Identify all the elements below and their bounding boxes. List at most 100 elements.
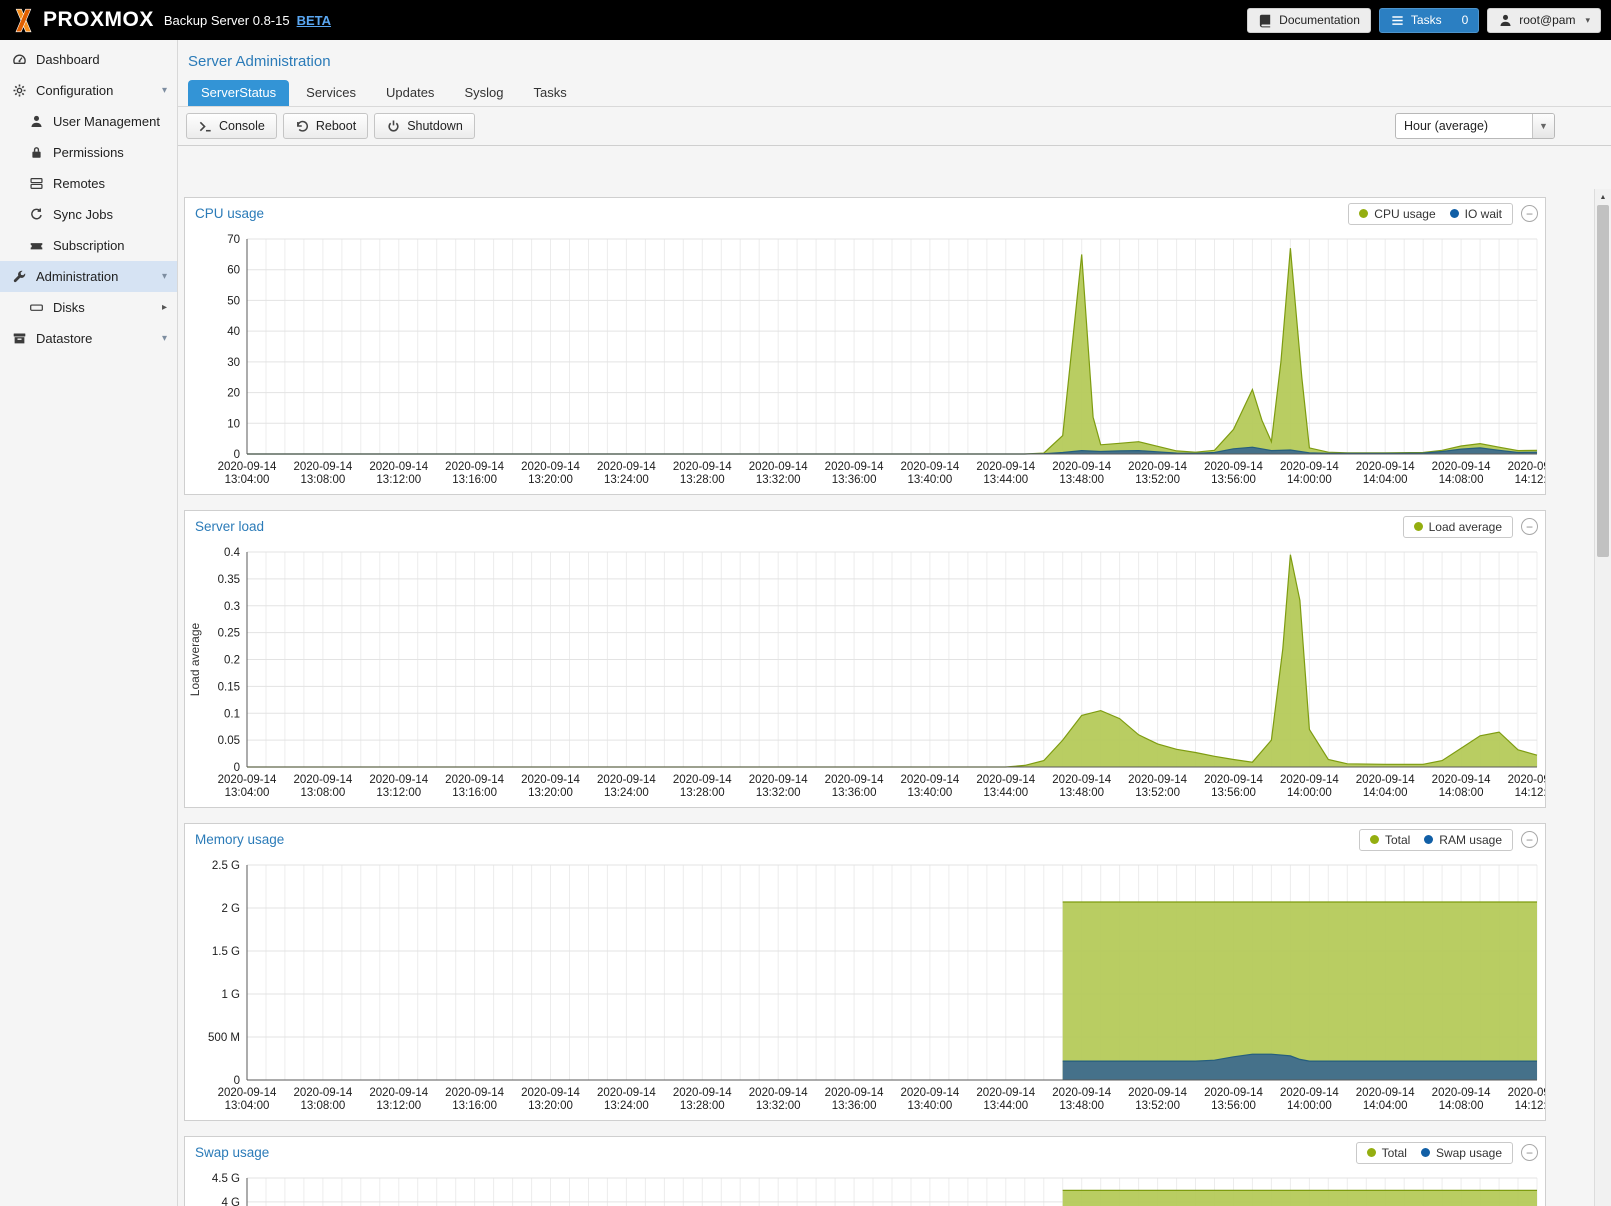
user-icon: [29, 114, 46, 129]
svg-text:0.2: 0.2: [224, 655, 240, 667]
legend-dot: [1424, 835, 1433, 844]
sidebar-item-label: Sync Jobs: [53, 207, 167, 222]
chart-panel-header: Memory usageTotalRAM usage−: [185, 824, 1545, 855]
svg-text:0.15: 0.15: [218, 681, 240, 693]
svg-text:2020-09-14: 2020-09-14: [1052, 461, 1111, 473]
tab-serverstatus[interactable]: ServerStatus: [188, 80, 289, 106]
svg-text:2020-09-14: 2020-09-14: [1508, 461, 1545, 473]
svg-text:2020-09-14: 2020-09-14: [597, 461, 656, 473]
legend-item-cpu-usage: CPU usage: [1359, 207, 1435, 221]
sidebar-item-disks[interactable]: Disks▸: [0, 292, 177, 323]
legend-item-total: Total: [1367, 1146, 1407, 1160]
svg-text:13:24:00: 13:24:00: [604, 1100, 649, 1112]
terminal-icon: [198, 119, 213, 134]
sidebar: DashboardConfiguration▾User ManagementPe…: [0, 40, 178, 1206]
documentation-button[interactable]: Documentation: [1247, 8, 1371, 33]
tab-tasks[interactable]: Tasks: [520, 80, 579, 106]
sidebar-item-datastore[interactable]: Datastore▾: [0, 323, 177, 354]
svg-text:2020-09-14: 2020-09-14: [825, 1087, 884, 1099]
svg-text:13:48:00: 13:48:00: [1059, 474, 1104, 486]
svg-text:13:20:00: 13:20:00: [528, 787, 573, 799]
sidebar-item-user-management[interactable]: User Management: [0, 106, 177, 137]
sidebar-item-label: Remotes: [53, 176, 167, 191]
svg-text:13:08:00: 13:08:00: [301, 1100, 346, 1112]
svg-text:13:36:00: 13:36:00: [832, 1100, 877, 1112]
tab-syslog[interactable]: Syslog: [451, 80, 516, 106]
svg-text:2020-09-14: 2020-09-14: [1280, 1087, 1339, 1099]
svg-text:2020-09-14: 2020-09-14: [976, 1087, 1035, 1099]
chevron-right-icon[interactable]: ▸: [162, 302, 167, 313]
sidebar-item-label: Configuration: [36, 83, 162, 98]
svg-text:13:44:00: 13:44:00: [983, 474, 1028, 486]
legend-dot: [1367, 1148, 1376, 1157]
svg-text:60: 60: [227, 265, 240, 277]
scrollbar-thumb[interactable]: [1597, 205, 1609, 557]
sidebar-nav: DashboardConfiguration▾User ManagementPe…: [0, 44, 177, 354]
svg-text:2020-09-14: 2020-09-14: [521, 774, 580, 786]
svg-text:2020-09-14: 2020-09-14: [900, 1087, 959, 1099]
svg-text:0: 0: [234, 449, 240, 461]
svg-text:13:52:00: 13:52:00: [1135, 474, 1180, 486]
svg-text:14:08:00: 14:08:00: [1439, 1100, 1484, 1112]
svg-text:2020-09-14: 2020-09-14: [1128, 774, 1187, 786]
legend-dot: [1414, 522, 1423, 531]
svg-text:1 G: 1 G: [221, 989, 240, 1001]
book-icon: [1258, 13, 1273, 28]
chevron-down-icon[interactable]: ▾: [162, 271, 167, 282]
tasks-count-badge: 0: [1462, 13, 1469, 27]
svg-text:1.5 G: 1.5 G: [212, 946, 240, 958]
page-title: Server Administration: [178, 40, 1611, 80]
chart-panel-header: Server loadLoad average−: [185, 511, 1545, 542]
tab-updates[interactable]: Updates: [373, 80, 447, 106]
svg-text:2020-09-14: 2020-09-14: [976, 774, 1035, 786]
scrollbar[interactable]: ▲: [1594, 189, 1611, 1206]
svg-text:2020-09-14: 2020-09-14: [218, 461, 277, 473]
svg-text:13:36:00: 13:36:00: [832, 787, 877, 799]
sidebar-item-administration[interactable]: Administration▾: [0, 261, 177, 292]
svg-text:13:12:00: 13:12:00: [376, 474, 421, 486]
tab-bar: ServerStatusServicesUpdatesSyslogTasks: [178, 80, 1611, 107]
timeframe-select[interactable]: Hour (average) ▼: [1395, 113, 1555, 139]
svg-text:2020-09-14: 2020-09-14: [521, 1087, 580, 1099]
svg-text:13:32:00: 13:32:00: [756, 1100, 801, 1112]
tab-services[interactable]: Services: [293, 80, 369, 106]
collapse-chart-button[interactable]: −: [1521, 831, 1538, 848]
svg-text:2020-09-14: 2020-09-14: [900, 774, 959, 786]
svg-text:2020-09-14: 2020-09-14: [521, 461, 580, 473]
sidebar-item-configuration[interactable]: Configuration▾: [0, 75, 177, 106]
beta-link[interactable]: BETA: [297, 13, 331, 28]
svg-text:2020-09-14: 2020-09-14: [445, 774, 504, 786]
svg-text:13:40:00: 13:40:00: [908, 1100, 953, 1112]
legend-label: Load average: [1429, 520, 1502, 534]
collapse-chart-button[interactable]: −: [1521, 1144, 1538, 1161]
svg-text:2020-09-14: 2020-09-14: [673, 1087, 732, 1099]
sidebar-item-dashboard[interactable]: Dashboard: [0, 44, 177, 75]
chevron-down-icon[interactable]: ▾: [162, 333, 167, 344]
svg-text:2020-09-14: 2020-09-14: [1432, 774, 1491, 786]
sidebar-item-subscription[interactable]: Subscription: [0, 230, 177, 261]
chart-canvas-swap-usage: 0500 M1 G1.5 G2 G2.5 G3 G3.5 G4 G4.5 G20…: [185, 1168, 1545, 1206]
shutdown-label: Shutdown: [407, 119, 463, 133]
collapse-chart-button[interactable]: −: [1521, 205, 1538, 222]
sidebar-item-sync-jobs[interactable]: Sync Jobs: [0, 199, 177, 230]
reboot-label: Reboot: [316, 119, 356, 133]
svg-text:2020-09-14: 2020-09-14: [1356, 774, 1415, 786]
user-menu-button[interactable]: root@pam ▾: [1487, 8, 1601, 33]
legend-label: Swap usage: [1436, 1146, 1502, 1160]
scrollbar-up-button[interactable]: ▲: [1595, 189, 1611, 205]
hdd-icon: [29, 300, 46, 315]
reboot-button[interactable]: Reboot: [283, 113, 368, 139]
server-icon: [29, 176, 46, 191]
sidebar-item-permissions[interactable]: Permissions: [0, 137, 177, 168]
svg-text:13:04:00: 13:04:00: [225, 787, 270, 799]
collapse-chart-button[interactable]: −: [1521, 518, 1538, 535]
svg-text:2020-09-14: 2020-09-14: [825, 774, 884, 786]
chevron-down-icon[interactable]: ▾: [162, 85, 167, 96]
reboot-icon: [295, 119, 310, 134]
svg-text:13:28:00: 13:28:00: [680, 1100, 725, 1112]
tasks-button[interactable]: Tasks 0: [1379, 8, 1479, 33]
sidebar-item-remotes[interactable]: Remotes: [0, 168, 177, 199]
shutdown-button[interactable]: Shutdown: [374, 113, 475, 139]
legend-dot: [1450, 209, 1459, 218]
console-button[interactable]: Console: [186, 113, 277, 139]
